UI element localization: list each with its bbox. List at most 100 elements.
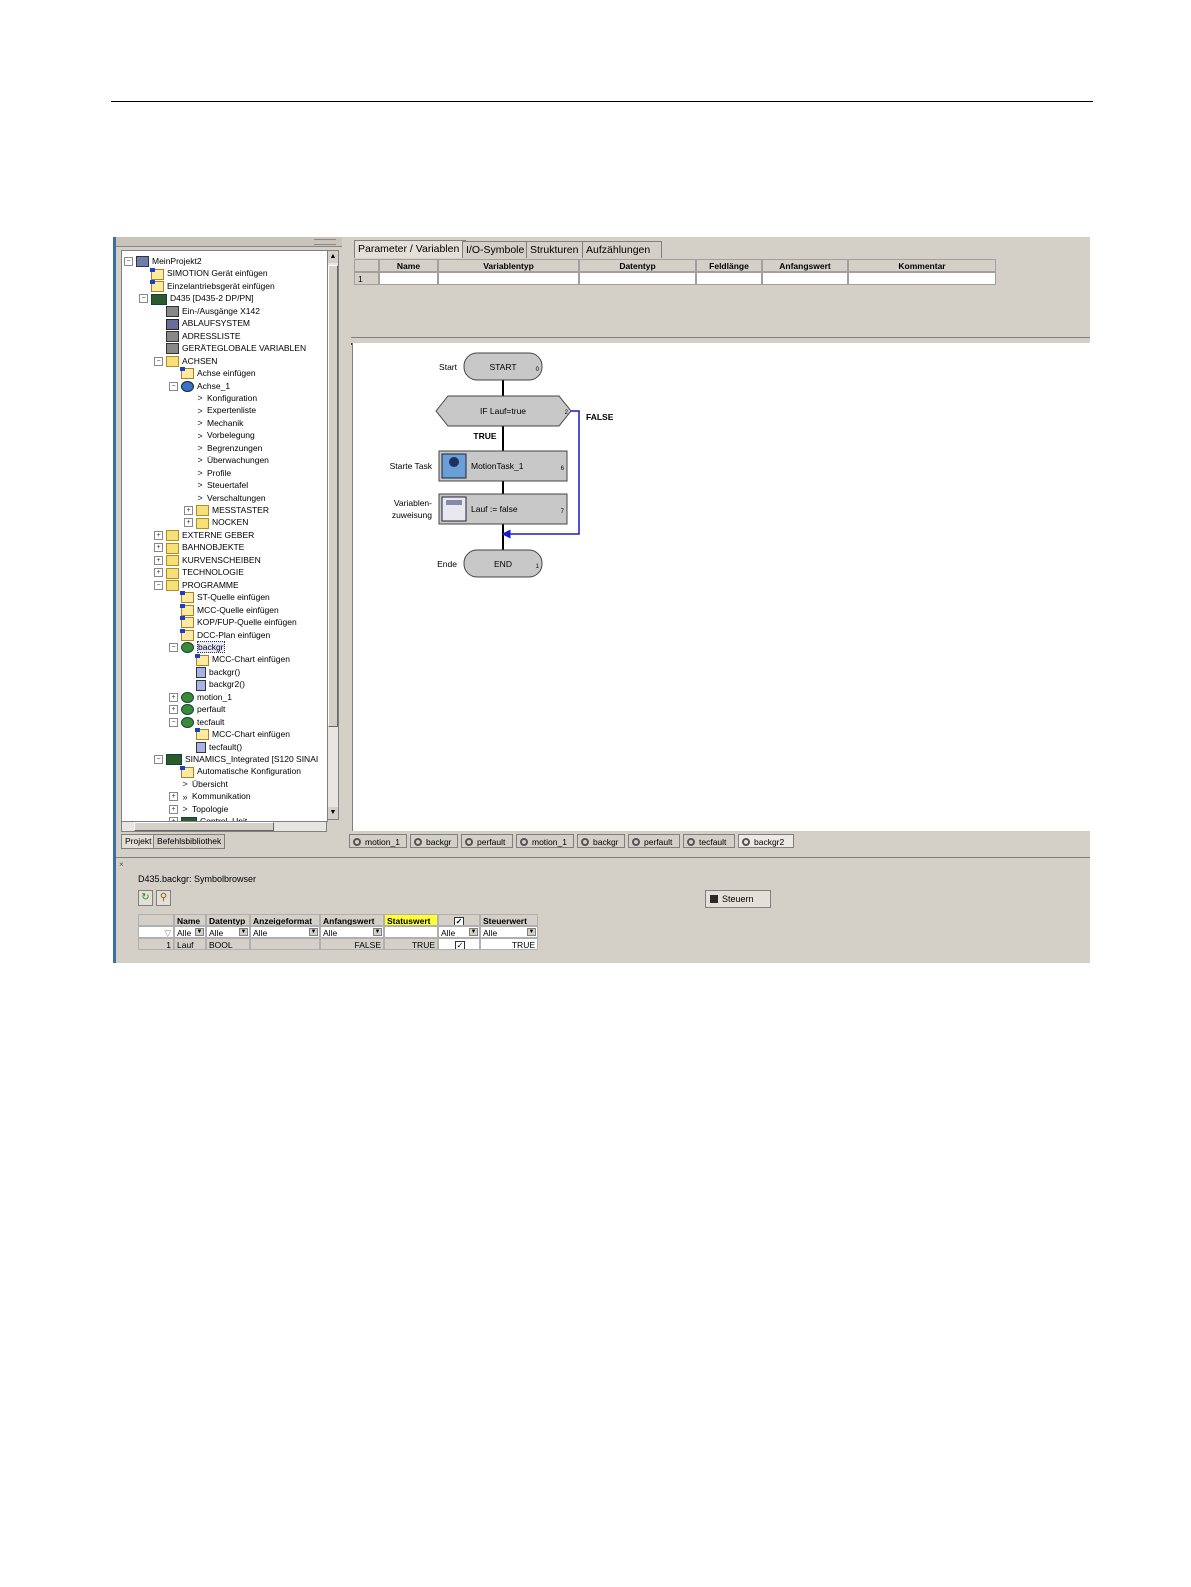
row-index[interactable]: 1	[138, 938, 174, 950]
tree-item[interactable]: + MESSTASTER	[184, 504, 269, 517]
tree-item[interactable]: > Profile	[196, 467, 231, 479]
tree-item[interactable]: Einzelantriebsgerät einfügen	[150, 280, 275, 293]
expand-icon[interactable]: +	[169, 692, 178, 702]
expand-icon[interactable]: +	[169, 792, 178, 802]
cell-anzeigeformat[interactable]	[250, 938, 320, 950]
tree-item[interactable]: MCC-Chart einfügen	[195, 728, 290, 741]
tree-item[interactable]: > Überwachungen	[196, 454, 269, 466]
cell-feldlaenge[interactable]	[696, 272, 762, 285]
tree-item[interactable]: − backgr	[169, 640, 225, 654]
cell-datentyp[interactable]: BOOL	[206, 938, 250, 950]
tree-item[interactable]: + » Kommunikation	[169, 790, 251, 802]
chevron-down-icon[interactable]: ▼	[239, 928, 248, 936]
editor-tab-motion-1-b[interactable]: motion_1	[516, 834, 574, 848]
filter-checkbox[interactable]: Alle ▼	[438, 926, 480, 938]
tree-item[interactable]: GERÄTEGLOBALE VARIABLEN	[166, 342, 306, 355]
expand-icon[interactable]: +	[184, 518, 193, 528]
editor-tab-backgr-b[interactable]: backgr	[577, 834, 625, 848]
refresh-icon[interactable]: ↻	[138, 890, 153, 906]
cell-checkbox[interactable]: ✓	[438, 938, 480, 950]
col-name[interactable]: Name	[174, 914, 206, 926]
tree-item[interactable]: − ACHSEN	[154, 355, 217, 367]
tree-item[interactable]: ST-Quelle einfügen	[180, 591, 270, 604]
collapse-icon[interactable]: −	[124, 257, 133, 266]
cell-statuswert[interactable]: TRUE	[384, 938, 438, 950]
chevron-down-icon[interactable]: ▼	[469, 928, 478, 936]
tab-projekt[interactable]: Projekt	[121, 834, 156, 849]
col-checkbox[interactable]: ✓	[438, 914, 480, 926]
scroll-down-icon[interactable]: ▼	[328, 807, 338, 819]
editor-tab-motion-1[interactable]: motion_1	[349, 834, 407, 848]
collapse-icon[interactable]: −	[154, 356, 163, 366]
tree-item[interactable]: tecfault()	[196, 741, 242, 753]
tree-item[interactable]: MCC-Quelle einfügen	[180, 603, 279, 616]
expand-icon[interactable]: +	[154, 543, 163, 553]
checkbox-checked-icon[interactable]: ✓	[455, 940, 465, 949]
filter-statuswert[interactable]	[384, 926, 438, 938]
tree-item[interactable]: + motion_1	[169, 691, 232, 703]
tree-item[interactable]: − tecfault	[169, 716, 224, 728]
collapse-icon[interactable]: −	[169, 642, 178, 652]
cell-variablentyp[interactable]	[438, 272, 579, 285]
close-icon[interactable]: ×	[119, 860, 124, 869]
cell-anfangswert[interactable]: FALSE	[320, 938, 384, 950]
expand-icon[interactable]: +	[169, 804, 178, 814]
row-index[interactable]: 1	[354, 272, 379, 285]
col-name[interactable]: Name	[379, 259, 438, 272]
tree-item[interactable]: + KURVENSCHEIBEN	[154, 554, 261, 567]
collapse-icon[interactable]: −	[169, 381, 178, 391]
filter-datentyp[interactable]: Alle ▼	[206, 926, 250, 938]
expand-icon[interactable]: +	[154, 555, 163, 565]
filter-steuerwert[interactable]: Alle ▼	[480, 926, 538, 938]
tree-item[interactable]: > Steuertafel	[196, 479, 248, 491]
cell-name[interactable]	[379, 272, 438, 285]
tree-vertical-scrollbar[interactable]: ▲ ▼	[327, 250, 339, 820]
tab-aufzaehlungen[interactable]: Aufzählungen	[582, 241, 662, 258]
scroll-thumb[interactable]	[328, 265, 338, 727]
chevron-down-icon[interactable]: ▼	[309, 928, 318, 936]
tree-horizontal-scrollbar[interactable]	[121, 821, 327, 832]
tab-io-symbole[interactable]: I/O-Symbole	[462, 241, 530, 258]
tree-item[interactable]: backgr()	[196, 666, 240, 679]
filter-anfangswert[interactable]: Alle ▼	[320, 926, 384, 938]
tree-item[interactable]: > Konfiguration	[196, 392, 257, 404]
expand-icon[interactable]: +	[154, 568, 163, 578]
steuern-button[interactable]: Steuern	[705, 890, 771, 908]
mcc-chart-editor[interactable]: START 0 Start IF Lauf=true 2 TRUE FALSE …	[352, 343, 1090, 831]
checkbox-checked-icon[interactable]: ✓	[454, 916, 464, 925]
collapse-icon[interactable]: −	[154, 755, 163, 764]
tree-item[interactable]: + perfault	[169, 703, 225, 716]
tree-item[interactable]: ADRESSLISTE	[166, 330, 241, 342]
chevron-down-icon[interactable]: ▼	[373, 928, 382, 936]
tab-strukturen[interactable]: Strukturen	[526, 241, 586, 258]
col-kommentar[interactable]: Kommentar	[848, 259, 996, 272]
col-anfangswert[interactable]: Anfangswert	[762, 259, 848, 272]
tree-item[interactable]: − PROGRAMME	[154, 579, 239, 591]
chevron-down-icon[interactable]: ▼	[527, 928, 536, 936]
editor-tab-tecfault[interactable]: tecfault	[683, 834, 735, 848]
tree-item[interactable]: > Begrenzungen	[196, 442, 262, 454]
cell-datentyp[interactable]	[579, 272, 696, 285]
tree-item[interactable]: − Achse_1	[169, 380, 230, 392]
tab-parameter-variablen[interactable]: Parameter / Variablen	[354, 240, 466, 258]
filter-icon[interactable]: ▽	[138, 926, 174, 938]
expand-icon[interactable]: +	[154, 530, 163, 540]
cell-name[interactable]: Lauf	[174, 938, 206, 950]
col-steuerwert[interactable]: Steuerwert	[480, 914, 538, 926]
monitor-icon[interactable]: ⚲	[156, 890, 171, 906]
tree-item[interactable]: Ein-/Ausgänge X142	[166, 305, 260, 318]
collapse-icon[interactable]: −	[154, 580, 163, 590]
tab-befehlsbibliothek[interactable]: Befehlsbibliothek	[153, 834, 226, 849]
tree-item[interactable]: > Verschaltungen	[196, 492, 265, 504]
tree-item[interactable]: > Expertenliste	[196, 404, 256, 416]
scroll-thumb[interactable]	[134, 822, 274, 831]
col-anzeigeformat[interactable]: Anzeigeformat	[250, 914, 320, 926]
cell-anfangswert[interactable]	[762, 272, 848, 285]
pane-grip[interactable]	[314, 239, 336, 245]
col-variablentyp[interactable]: Variablentyp	[438, 259, 579, 272]
col-datentyp[interactable]: Datentyp	[206, 914, 250, 926]
tree-item[interactable]: + > Topologie	[169, 803, 228, 815]
tree-item[interactable]: KOP/FUP-Quelle einfügen	[180, 616, 297, 629]
tree-item[interactable]: > Übersicht	[181, 778, 228, 790]
chevron-down-icon[interactable]: ▼	[195, 928, 204, 936]
